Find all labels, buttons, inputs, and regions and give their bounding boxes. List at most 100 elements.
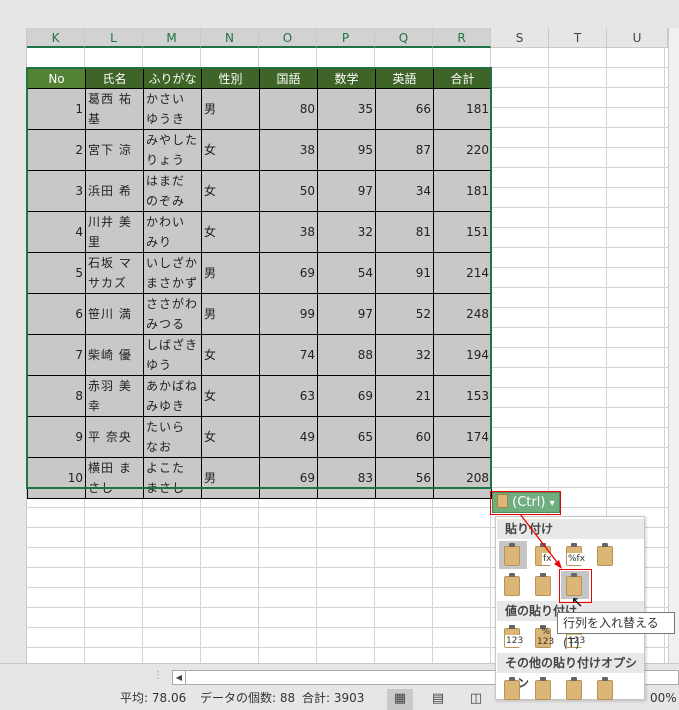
table-header-cell[interactable]: 数学 bbox=[317, 68, 376, 89]
table-cell[interactable]: 87 bbox=[375, 129, 434, 171]
table-cell[interactable]: 80 bbox=[259, 88, 318, 130]
table-cell[interactable]: 69 bbox=[259, 457, 318, 499]
column-header-K[interactable]: K bbox=[27, 28, 85, 48]
table-cell[interactable]: 6 bbox=[27, 293, 86, 335]
table-cell[interactable]: 男 bbox=[201, 457, 260, 499]
column-header-M[interactable]: M bbox=[143, 28, 201, 48]
paste-link-icon[interactable] bbox=[530, 675, 558, 703]
table-cell[interactable]: 56 bbox=[375, 457, 434, 499]
table-cell[interactable]: 4 bbox=[27, 211, 86, 253]
table-cell[interactable]: 49 bbox=[259, 416, 318, 458]
table-header-cell[interactable]: No bbox=[27, 68, 86, 89]
column-header-L[interactable]: L bbox=[85, 28, 143, 48]
table-cell[interactable]: 38 bbox=[259, 129, 318, 171]
table-cell[interactable]: 174 bbox=[433, 416, 492, 458]
table-cell[interactable]: 横田 まさし bbox=[85, 457, 144, 499]
table-cell[interactable]: 220 bbox=[433, 129, 492, 171]
table-cell[interactable]: 248 bbox=[433, 293, 492, 335]
table-cell[interactable]: 5 bbox=[27, 252, 86, 294]
table-cell[interactable]: しばざき ゆう bbox=[143, 334, 202, 376]
table-cell[interactable]: 95 bbox=[317, 129, 376, 171]
normal-view-icon[interactable]: ▦ bbox=[387, 689, 413, 710]
table-cell[interactable]: いしざか まさかず bbox=[143, 252, 202, 294]
table-cell[interactable]: 54 bbox=[317, 252, 376, 294]
table-header-cell[interactable]: 合計 bbox=[433, 68, 492, 89]
table-cell[interactable]: 97 bbox=[317, 293, 376, 335]
column-header-R[interactable]: R bbox=[433, 28, 491, 48]
table-cell[interactable]: 66 bbox=[375, 88, 434, 130]
table-cell[interactable]: かわい みり bbox=[143, 211, 202, 253]
table-cell[interactable]: 1 bbox=[27, 88, 86, 130]
table-header-cell[interactable]: 英語 bbox=[375, 68, 434, 89]
column-header-P[interactable]: P bbox=[317, 28, 375, 48]
table-cell[interactable]: 8 bbox=[27, 375, 86, 417]
table-cell[interactable]: 97 bbox=[317, 170, 376, 212]
table-cell[interactable]: 平 奈央 bbox=[85, 416, 144, 458]
table-cell[interactable]: 32 bbox=[317, 211, 376, 253]
linked-picture-icon[interactable] bbox=[592, 675, 620, 703]
table-cell[interactable]: 214 bbox=[433, 252, 492, 294]
table-cell[interactable]: 52 bbox=[375, 293, 434, 335]
table-cell[interactable]: 83 bbox=[317, 457, 376, 499]
table-cell[interactable]: 60 bbox=[375, 416, 434, 458]
table-cell[interactable]: 10 bbox=[27, 457, 86, 499]
table-cell[interactable]: 99 bbox=[259, 293, 318, 335]
table-header-cell[interactable]: 氏名 bbox=[85, 68, 144, 89]
column-header-U[interactable]: U bbox=[607, 28, 668, 48]
table-cell[interactable]: 63 bbox=[259, 375, 318, 417]
table-cell[interactable]: 151 bbox=[433, 211, 492, 253]
table-cell[interactable]: ささがわ みつる bbox=[143, 293, 202, 335]
page-break-view-icon[interactable]: ◫ bbox=[463, 689, 489, 710]
table-cell[interactable]: 74 bbox=[259, 334, 318, 376]
splitter-handle[interactable]: ⋮ bbox=[153, 670, 163, 681]
table-header-cell[interactable]: 国語 bbox=[259, 68, 318, 89]
keep-column-widths-icon[interactable] bbox=[530, 571, 558, 599]
table-cell[interactable]: 208 bbox=[433, 457, 492, 499]
table-cell[interactable]: 181 bbox=[433, 88, 492, 130]
table-cell[interactable]: 葛西 祐基 bbox=[85, 88, 144, 130]
table-cell[interactable]: 男 bbox=[201, 293, 260, 335]
table-cell[interactable]: 69 bbox=[259, 252, 318, 294]
table-cell[interactable]: 194 bbox=[433, 334, 492, 376]
table-cell[interactable]: 川井 美里 bbox=[85, 211, 144, 253]
table-cell[interactable]: 35 bbox=[317, 88, 376, 130]
table-cell[interactable]: 32 bbox=[375, 334, 434, 376]
keep-source-formatting-icon[interactable] bbox=[592, 541, 620, 569]
table-cell[interactable]: 男 bbox=[201, 252, 260, 294]
table-cell[interactable]: 女 bbox=[201, 129, 260, 171]
table-cell[interactable]: 88 bbox=[317, 334, 376, 376]
table-cell[interactable]: 91 bbox=[375, 252, 434, 294]
column-header-T[interactable]: T bbox=[549, 28, 607, 48]
table-cell[interactable]: 153 bbox=[433, 375, 492, 417]
table-cell[interactable]: 181 bbox=[433, 170, 492, 212]
column-header-N[interactable]: N bbox=[201, 28, 259, 48]
table-cell[interactable]: 69 bbox=[317, 375, 376, 417]
table-cell[interactable]: はまだ のぞみ bbox=[143, 170, 202, 212]
values-number-format-icon[interactable]: % 123 bbox=[530, 623, 558, 651]
column-header-O[interactable]: O bbox=[259, 28, 317, 48]
column-header-S[interactable]: S bbox=[491, 28, 549, 48]
picture-icon[interactable] bbox=[561, 675, 589, 703]
table-cell[interactable]: かさい ゆうき bbox=[143, 88, 202, 130]
table-cell[interactable]: 柴崎 優 bbox=[85, 334, 144, 376]
formatting-icon[interactable] bbox=[499, 675, 527, 703]
paste-formulas-number-format-icon[interactable]: %fx bbox=[561, 541, 589, 569]
table-cell[interactable]: 65 bbox=[317, 416, 376, 458]
column-header-Q[interactable]: Q bbox=[375, 28, 433, 48]
table-cell[interactable]: 男 bbox=[201, 88, 260, 130]
paste-options-button[interactable]: (Ctrl) ▾ bbox=[492, 492, 560, 513]
paste-values-icon[interactable]: 123 bbox=[499, 623, 527, 651]
paste-formulas-icon[interactable]: fx bbox=[530, 541, 558, 569]
data-table[interactable]: No 氏名 ふりがな 性別 国語 数学 英語 合計 1 葛西 祐基 かさい ゆうき男 80 35 66 1… bbox=[27, 68, 492, 499]
table-cell[interactable]: 女 bbox=[201, 211, 260, 253]
table-cell[interactable]: 21 bbox=[375, 375, 434, 417]
table-cell[interactable]: 笹川 満 bbox=[85, 293, 144, 335]
table-cell[interactable]: みやした りょう bbox=[143, 129, 202, 171]
table-cell[interactable]: 宮下 涼 bbox=[85, 129, 144, 171]
scroll-left-icon[interactable]: ◀ bbox=[173, 671, 186, 684]
zoom-level[interactable]: 00% bbox=[650, 687, 677, 710]
page-layout-view-icon[interactable]: ▤ bbox=[425, 689, 451, 710]
table-cell[interactable]: 女 bbox=[201, 416, 260, 458]
paste-icon[interactable] bbox=[499, 541, 527, 569]
table-cell[interactable]: たいら なお bbox=[143, 416, 202, 458]
